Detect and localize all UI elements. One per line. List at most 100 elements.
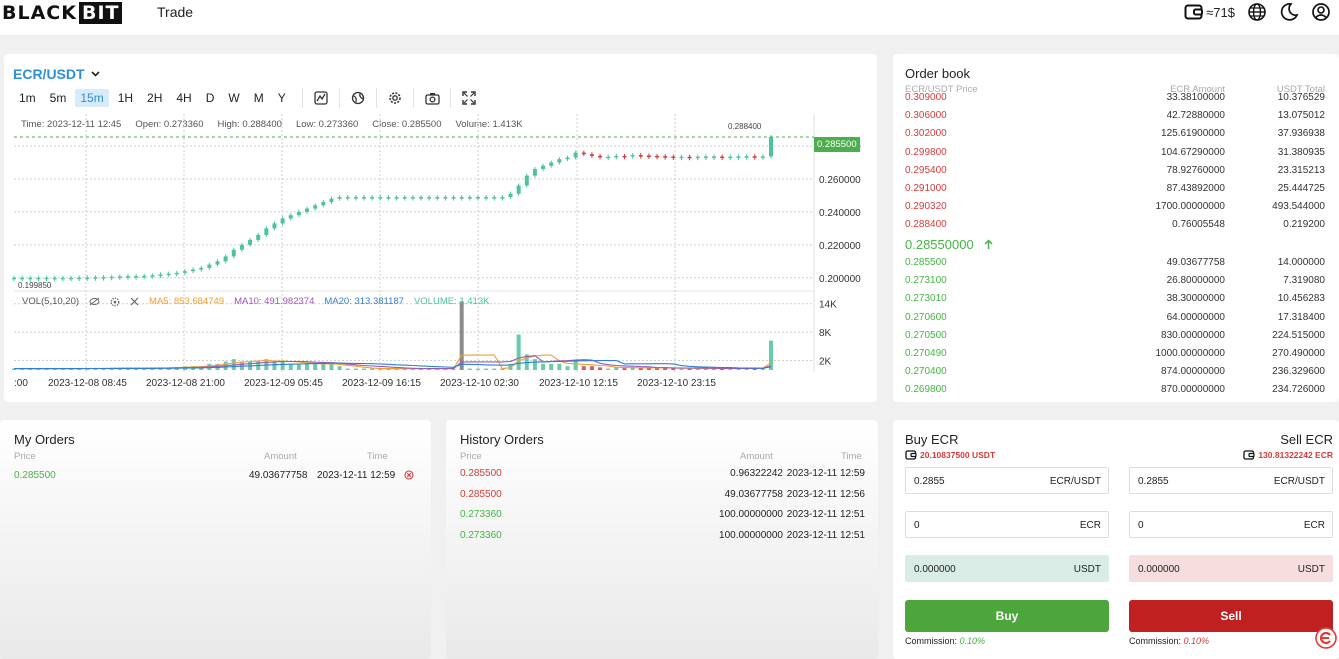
ask-price: 0.288400 [905,219,947,231]
bid-row[interactable]: 0.285500 49.03677758 14.000000 [905,254,1337,272]
candle [142,275,147,278]
arrow-up-icon [984,239,993,249]
wallet-icon [905,450,917,460]
volume-bar [329,363,334,370]
bid-row[interactable]: 0.273100 26.80000000 7.319080 [905,272,1337,290]
sell-total-unit: USDT [1297,564,1325,575]
volume-bar [321,363,326,370]
volume-bar [484,368,489,370]
buy-price-field[interactable]: 0.2855 ECR/USDT [905,467,1109,494]
ask-total: 37.936938 [1277,128,1325,140]
ob-last-price-value: 0.28550000 [905,237,974,252]
buy-total-unit: USDT [1073,564,1101,575]
bid-total: 234.726000 [1272,384,1325,396]
candle [288,215,293,219]
bid-total: 270.490000 [1272,348,1325,359]
chart-panel: ECR/USDT 1m 5m 15m 1H 2H 4H D W M Y Time… [4,54,877,402]
candle [427,197,432,199]
volume-bar [272,361,277,370]
candle [435,197,440,199]
volume-bar [516,334,521,370]
candle [166,273,171,276]
price-axis-label: 0.220000 [819,241,861,252]
sell-amount-value: 0 [1138,520,1144,531]
price-chart[interactable]: 0.2800000.2600000.2400000.2200000.200000… [4,54,877,402]
volume-bar [337,366,342,370]
wallet-icon [1243,450,1255,460]
balance-button[interactable]: ≈71$ [1184,3,1235,21]
sell-price-unit: ECR/USDT [1273,476,1325,487]
sell-amount-field[interactable]: 0 ECR [1129,511,1333,538]
ask-row[interactable]: 0.302000 125.61900000 37.936938 [905,125,1337,143]
cancel-order-icon[interactable] [404,470,414,480]
candle [117,276,122,278]
candle [386,197,391,199]
history-price: 0.273360 [460,529,502,541]
bid-row[interactable]: 0.273010 38.30000000 10.456283 [905,290,1337,308]
bid-price: 0.270490 [905,348,947,359]
candle [769,136,773,157]
bid-price: 0.270400 [905,366,947,378]
bid-total: 17.318400 [1277,311,1325,323]
history-amount: 0.96322242 [730,468,783,479]
price-axis-label: 0.200000 [819,274,861,285]
candle [712,156,717,159]
logo-black-text: BLACK [2,2,77,24]
candle [174,272,179,275]
history-orders-title: History Orders [460,432,544,447]
sell-button[interactable]: Sell [1129,600,1333,632]
volume-bar [362,368,367,370]
candle [614,155,619,158]
ask-price: 0.302000 [905,128,947,140]
ask-row[interactable]: 0.295400 78.92760000 23.315213 [905,162,1337,180]
ask-row[interactable]: 0.299800 104.67290000 31.380935 [905,144,1337,162]
settings-icon[interactable] [110,297,120,307]
time-axis-label: 2023-12-10 02:30 [440,378,519,389]
vol-ma10: MA10: 491.982374 [234,296,315,307]
ask-row[interactable]: 0.288400 0.76005548 0.219200 [905,216,1337,234]
ask-row[interactable]: 0.291000 87.43892000 25.444725 [905,180,1337,198]
sell-price-field[interactable]: 0.2855 ECR/USDT [1129,467,1333,494]
candle [12,277,16,280]
buy-commission-value: 0.10% [959,636,986,646]
history-row: 0.273360 100.00000000 2023-12-11 12:51 [460,509,865,527]
history-head-amount: Amount [740,451,773,462]
ask-total: 25.444725 [1277,183,1325,194]
volume-bar [606,368,611,370]
ask-row[interactable]: 0.306000 42.72880000 13.075012 [905,107,1337,125]
candle [606,156,611,159]
ask-amount: 0.76005548 [1172,219,1225,231]
last-price-tag: 0.285500 [814,137,860,152]
globe-icon[interactable] [1247,2,1267,22]
ask-row[interactable]: 0.309000 33.38100000 10.376529 [905,89,1337,107]
bid-row[interactable]: 0.270490 1000.00000000 270.490000 [905,345,1337,363]
bid-total: 14.000000 [1277,257,1325,268]
candle [565,157,570,160]
bid-row[interactable]: 0.269800 870.00000000 234.726000 [905,381,1337,399]
vol-ma5: MA5: 853.684749 [149,296,225,307]
buy-button[interactable]: Buy [905,600,1109,632]
bid-row[interactable]: 0.270600 64.00000000 17.318400 [905,309,1337,327]
logo[interactable]: BLACK BIT [2,2,123,24]
my-orders-head-amount: Amount [264,451,297,462]
buy-amount-field[interactable]: 0 ECR [905,511,1109,538]
candle [418,197,423,199]
user-icon[interactable] [1311,2,1331,22]
eye-icon[interactable] [89,297,100,306]
buy-total-field[interactable]: 0.000000 USDT [905,555,1109,582]
ask-total: 31.380935 [1277,146,1325,158]
moon-icon[interactable] [1279,2,1299,22]
buy-total-value: 0.000000 [914,564,956,575]
volume-bar [622,368,627,370]
volume-bar [581,366,586,370]
candle [598,155,603,158]
wallet-icon [1184,4,1204,20]
bid-row[interactable]: 0.270400 874.00000000 236.329600 [905,363,1337,381]
nav-trade-link[interactable]: Trade [157,4,193,20]
candle [467,197,472,199]
close-icon[interactable] [130,297,139,306]
candle [394,197,399,199]
bid-row[interactable]: 0.270500 830.00000000 224.515000 [905,327,1337,345]
ask-row[interactable]: 0.290320 1700.00000000 493.544000 [905,198,1337,216]
sell-total-field[interactable]: 0.000000 USDT [1129,555,1333,582]
